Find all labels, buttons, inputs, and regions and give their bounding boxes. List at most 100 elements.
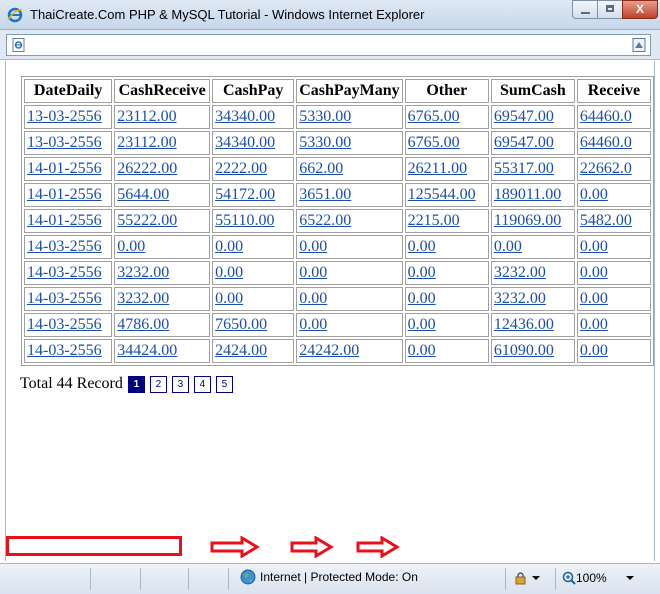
- table-cell-link[interactable]: 3232.00: [114, 287, 211, 311]
- table-cell-link[interactable]: 662.00: [296, 157, 403, 181]
- page-link-1[interactable]: 1: [127, 375, 145, 393]
- table-cell-link[interactable]: 6522.00: [296, 209, 403, 233]
- table-cell-link[interactable]: 26222.00: [114, 157, 211, 181]
- table-cell-link[interactable]: 0.00: [404, 339, 489, 363]
- table-cell-link[interactable]: 54172.00: [212, 183, 295, 207]
- table-cell-link[interactable]: 3651.00: [296, 183, 403, 207]
- annotation-highlight-box: [6, 536, 182, 556]
- table-cell-link[interactable]: 64460.0: [576, 131, 651, 155]
- table-cell-link[interactable]: 5330.00: [296, 131, 403, 155]
- table-cell-link[interactable]: 22662.0: [576, 157, 651, 181]
- table-cell-link[interactable]: 0.00: [296, 313, 403, 337]
- table-cell-link[interactable]: 0.00: [212, 287, 295, 311]
- table-cell-link[interactable]: 0.00: [296, 261, 403, 285]
- internet-explorer-icon: [7, 7, 23, 23]
- table-cell-link[interactable]: 0.00: [404, 287, 489, 311]
- table-cell-link[interactable]: 14-03-2556: [24, 339, 113, 363]
- table-cell-link[interactable]: 0.00: [576, 339, 651, 363]
- status-bar: Internet | Protected Mode: On 100%: [0, 563, 660, 594]
- page-link-2[interactable]: 2: [149, 375, 167, 393]
- protected-mode-menu[interactable]: [514, 570, 540, 586]
- table-cell-link[interactable]: 0.00: [404, 261, 489, 285]
- table-cell-link[interactable]: 13-03-2556: [24, 105, 113, 129]
- table-cell-link[interactable]: 0.00: [296, 287, 403, 311]
- zoom-control[interactable]: 100%: [562, 570, 635, 585]
- table-cell-link[interactable]: 64460.0: [576, 105, 651, 129]
- close-button[interactable]: X: [622, 0, 658, 19]
- zoom-level: 100%: [576, 570, 607, 585]
- maximize-button[interactable]: [597, 0, 623, 19]
- page-link-5[interactable]: 5: [215, 375, 233, 393]
- table-cell-link[interactable]: 55110.00: [212, 209, 295, 233]
- table-cell-link[interactable]: 3232.00: [114, 261, 211, 285]
- table-cell-link[interactable]: 14-03-2556: [24, 287, 113, 311]
- table-cell-link[interactable]: 2424.00: [212, 339, 295, 363]
- table-cell-link[interactable]: 26211.00: [404, 157, 489, 181]
- table-cell-link[interactable]: 5644.00: [114, 183, 211, 207]
- compatibility-view-icon[interactable]: [632, 38, 646, 52]
- table-cell-link[interactable]: 2222.00: [212, 157, 295, 181]
- status-separator: [90, 568, 91, 590]
- table-row: 14-03-2556 4786.00 7650.00 0.00 0.00 124…: [24, 313, 651, 337]
- table-cell-link[interactable]: 23112.00: [114, 105, 211, 129]
- table-cell-link[interactable]: 13-03-2556: [24, 131, 113, 155]
- table-cell-link[interactable]: 61090.00: [490, 339, 575, 363]
- table-cell-link[interactable]: 24242.00: [296, 339, 403, 363]
- table-cell-link[interactable]: 2215.00: [404, 209, 489, 233]
- table-cell-link[interactable]: 0.00: [576, 235, 651, 259]
- table-cell-link[interactable]: 5482.00: [576, 209, 651, 233]
- table-cell-link[interactable]: 189011.00: [490, 183, 575, 207]
- table-cell-link[interactable]: 4786.00: [114, 313, 211, 337]
- table-cell-link[interactable]: 23112.00: [114, 131, 211, 155]
- table-cell-link[interactable]: 34340.00: [212, 105, 295, 129]
- table-cell-link[interactable]: 14-01-2556: [24, 209, 113, 233]
- table-cell-link[interactable]: 125544.00: [404, 183, 489, 207]
- table-cell-link[interactable]: 6765.00: [404, 105, 489, 129]
- minimize-button[interactable]: [572, 0, 598, 19]
- address-field[interactable]: [6, 34, 651, 56]
- annotation-arrow-icon: [210, 536, 260, 558]
- annotation-arrow-icon: [290, 536, 334, 558]
- table-cell-link[interactable]: 69547.00: [490, 131, 575, 155]
- table-cell-link[interactable]: 55222.00: [114, 209, 211, 233]
- table-cell-link[interactable]: 14-01-2556: [24, 183, 113, 207]
- page-link-4[interactable]: 4: [193, 375, 211, 393]
- table-cell-link[interactable]: 0.00: [212, 261, 295, 285]
- table-cell-link[interactable]: 6765.00: [404, 131, 489, 155]
- table-cell-link[interactable]: 69547.00: [490, 105, 575, 129]
- security-zone[interactable]: Internet | Protected Mode: On: [240, 569, 418, 585]
- table-cell-link[interactable]: 34424.00: [114, 339, 211, 363]
- table-cell-link[interactable]: 34340.00: [212, 131, 295, 155]
- table-cell-link[interactable]: 0.00: [404, 313, 489, 337]
- table-cell-link[interactable]: 14-03-2556: [24, 235, 113, 259]
- status-separator: [188, 568, 189, 590]
- table-cell-link[interactable]: 14-03-2556: [24, 313, 113, 337]
- table-cell-link[interactable]: 0.00: [576, 261, 651, 285]
- table-cell-link[interactable]: 5330.00: [296, 105, 403, 129]
- table-cell-link[interactable]: 0.00: [576, 313, 651, 337]
- table-cell-link[interactable]: 7650.00: [212, 313, 295, 337]
- table-cell-link[interactable]: 0.00: [114, 235, 211, 259]
- table-cell-link[interactable]: 3232.00: [490, 261, 575, 285]
- table-cell-link[interactable]: 0.00: [576, 287, 651, 311]
- table-cell-link[interactable]: 119069.00: [490, 209, 575, 233]
- table-row: 14-01-2556 5644.00 54172.00 3651.00 1255…: [24, 183, 651, 207]
- table-cell-link[interactable]: 0.00: [212, 235, 295, 259]
- table-cell-link[interactable]: 0.00: [404, 235, 489, 259]
- column-header: CashPay: [212, 79, 295, 103]
- table-cell-link[interactable]: 14-01-2556: [24, 157, 113, 181]
- table-cell-link[interactable]: 0.00: [576, 183, 651, 207]
- table-cell-link[interactable]: 55317.00: [490, 157, 575, 181]
- status-separator: [555, 568, 556, 590]
- table-cell-link[interactable]: 14-03-2556: [24, 261, 113, 285]
- table-cell-link[interactable]: 3232.00: [490, 287, 575, 311]
- table-cell-link[interactable]: 12436.00: [490, 313, 575, 337]
- table-row: 13-03-2556 23112.00 34340.00 5330.00 676…: [24, 131, 651, 155]
- globe-icon: [240, 569, 256, 585]
- column-header: CashPayMany: [296, 79, 403, 103]
- page-link-3[interactable]: 3: [171, 375, 189, 393]
- status-separator: [228, 568, 229, 590]
- title-bar: ThaiCreate.Com PHP & MySQL Tutorial - Wi…: [0, 0, 660, 30]
- table-cell-link[interactable]: 0.00: [296, 235, 403, 259]
- table-cell-link[interactable]: 0.00: [490, 235, 575, 259]
